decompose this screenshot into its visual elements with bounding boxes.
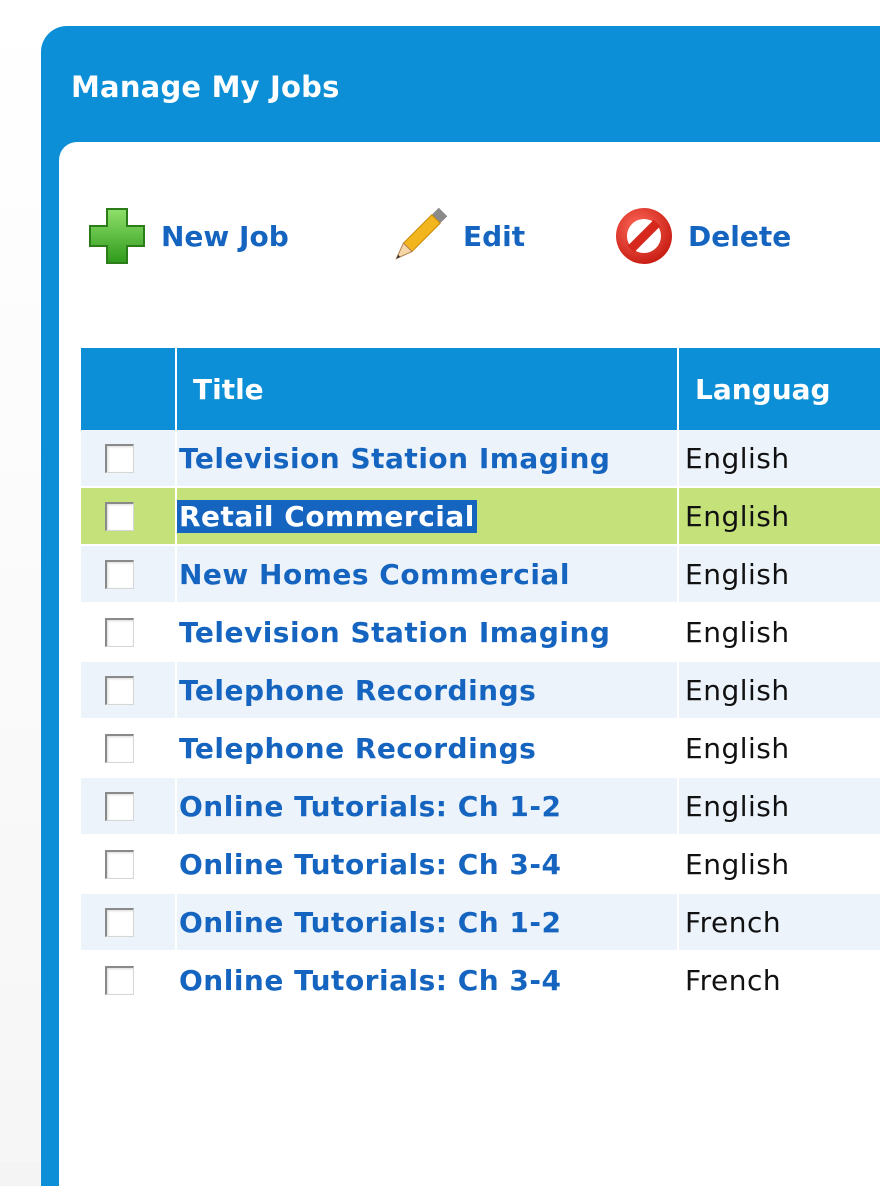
jobs-table: Title Languag Television Station Imaging… [81,348,880,1010]
select-cell [81,893,177,952]
table-row[interactable]: Television Station Imaging English [81,603,880,662]
language-cell: English [678,545,880,604]
select-cell [81,777,177,836]
job-title-link[interactable]: Retail Commercial [177,499,477,533]
select-cell [81,719,177,778]
manage-jobs-panel: Manage My Jobs New Job Edit Delete Title… [41,26,880,1186]
language-cell: French [678,893,880,952]
toolbar: New Job Edit Delete [59,142,880,302]
title-cell: Telephone Recordings [176,719,679,778]
pencil-icon [379,196,459,276]
language-cell: English [678,661,880,720]
row-checkbox[interactable] [105,617,134,647]
row-checkbox[interactable] [105,443,134,473]
title-cell: New Homes Commercial [176,545,679,604]
table-row[interactable]: Television Station Imaging English [81,430,880,488]
select-cell [81,661,177,720]
row-checkbox[interactable] [105,849,134,879]
table-row[interactable]: Telephone Recordings English [81,661,880,720]
panel-title: Manage My Jobs [71,70,340,104]
language-cell: English [678,777,880,836]
select-cell [81,430,177,488]
edit-button[interactable]: Edit [379,196,525,276]
jobs-table-body: Television Station Imaging English Retail … [81,430,880,1010]
language-cell: English [678,603,880,662]
row-checkbox[interactable] [105,501,134,531]
no-entry-icon [604,196,684,276]
table-header-row: Title Languag [81,348,880,430]
delete-label: Delete [688,219,792,253]
row-checkbox[interactable] [105,675,134,705]
language-column-header[interactable]: Languag [678,348,880,430]
title-cell: Online Tutorials: Ch 3-4 [176,951,679,1010]
select-cell [81,951,177,1010]
edit-label: Edit [463,219,526,253]
title-cell: Online Tutorials: Ch 1-2 [176,893,679,952]
language-cell: French [678,951,880,1010]
row-checkbox[interactable] [105,965,134,995]
title-cell: Online Tutorials: Ch 1-2 [176,777,679,836]
delete-button[interactable]: Delete [604,196,791,276]
select-cell [81,545,177,604]
job-title-link[interactable]: Telephone Recordings [177,732,536,765]
job-title-link[interactable]: New Homes Commercial [177,558,570,591]
row-checkbox[interactable] [105,559,134,589]
language-cell: English [678,835,880,894]
job-title-link[interactable]: Television Station Imaging [177,616,610,649]
green-plus-icon [77,196,157,276]
select-cell [81,835,177,894]
title-column-header[interactable]: Title [176,348,679,430]
row-checkbox[interactable] [105,791,134,821]
job-title-link[interactable]: Online Tutorials: Ch 1-2 [177,906,562,939]
job-title-link[interactable]: Telephone Recordings [177,674,536,707]
title-cell: Retail Commercial [176,487,679,546]
table-row[interactable]: Retail Commercial English [81,487,880,546]
table-row[interactable]: Online Tutorials: Ch 3-4 French [81,951,880,1010]
title-cell: Television Station Imaging [176,603,679,662]
table-row[interactable]: Telephone Recordings English [81,719,880,778]
title-cell: Online Tutorials: Ch 3-4 [176,835,679,894]
language-cell: English [678,430,880,488]
select-column-header [81,348,177,430]
table-row[interactable]: Online Tutorials: Ch 1-2 English [81,777,880,836]
title-cell: Telephone Recordings [176,661,679,720]
language-cell: English [678,719,880,778]
table-row[interactable]: Online Tutorials: Ch 3-4 English [81,835,880,894]
new-job-label: New Job [161,219,289,253]
job-title-link[interactable]: Online Tutorials: Ch 3-4 [177,964,562,997]
select-cell [81,603,177,662]
row-checkbox[interactable] [105,733,134,763]
title-cell: Television Station Imaging [176,430,679,488]
select-cell [81,487,177,546]
row-checkbox[interactable] [105,907,134,937]
job-title-link[interactable]: Television Station Imaging [177,442,610,475]
table-row[interactable]: New Homes Commercial English [81,545,880,604]
job-title-link[interactable]: Online Tutorials: Ch 1-2 [177,790,562,823]
table-row[interactable]: Online Tutorials: Ch 1-2 French [81,893,880,952]
job-title-link[interactable]: Online Tutorials: Ch 3-4 [177,848,562,881]
panel-body: New Job Edit Delete Title Languag Televi… [59,142,880,1186]
language-cell: English [678,487,880,546]
new-job-button[interactable]: New Job [77,196,289,276]
